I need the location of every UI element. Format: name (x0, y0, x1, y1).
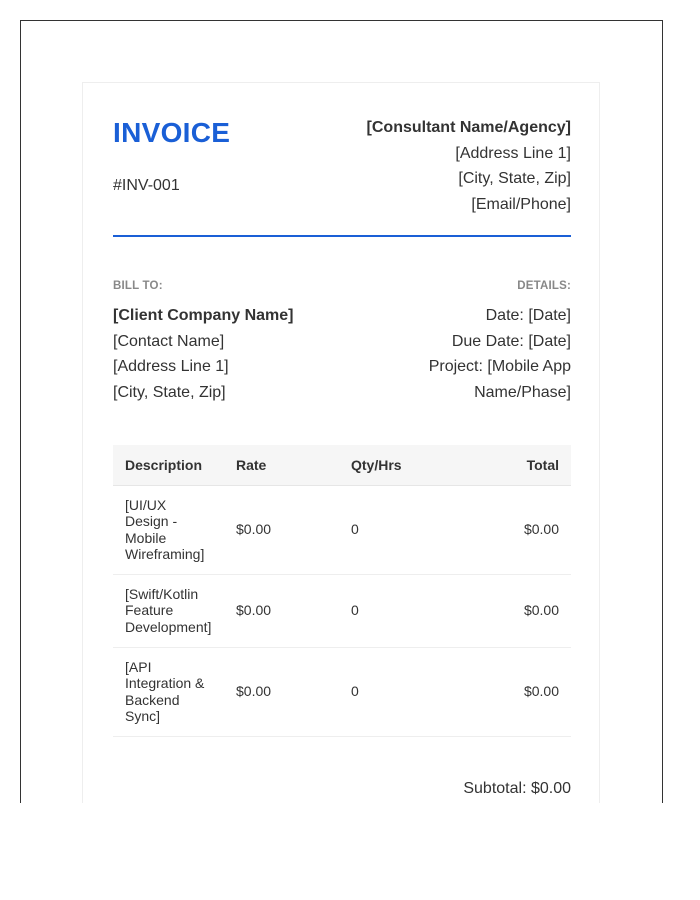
table-row: [Swift/Kotlin Feature Development] $0.00… (113, 574, 571, 648)
row-total: $0.00 (464, 485, 571, 575)
line-items-table: Description Rate Qty/Hrs Total [UI/UX De… (113, 445, 571, 737)
row-total: $0.00 (464, 574, 571, 648)
header-rate: Rate (224, 445, 339, 486)
row-qty: 0 (339, 485, 464, 575)
header-description: Description (113, 445, 224, 486)
consultant-address: [Address Line 1] (455, 144, 571, 162)
bill-to-section: BILL TO: [Client Company Name] [Contact … (113, 279, 293, 405)
invoice-due-date: Due Date: [Date] (451, 332, 571, 350)
client-city-state-zip: [City, State, Zip] (113, 383, 226, 401)
row-description: [API Integration & Backend Sync] (113, 647, 224, 737)
table-header-row: Description Rate Qty/Hrs Total (113, 445, 571, 486)
invoice-number: #INV-001 (113, 177, 180, 194)
row-description: [UI/UX Design - Mobile Wireframing] (113, 485, 224, 575)
client-address: [Address Line 1] (113, 358, 229, 375)
row-rate: $0.00 (224, 574, 339, 648)
table-row: [API Integration & Backend Sync] $0.00 0… (113, 647, 571, 737)
bill-to-label: BILL TO: (113, 280, 163, 292)
client-company: [Client Company Name] (113, 307, 294, 324)
details-section: DETAILS: Date: [Date] Due Date: [Date] P… (391, 279, 571, 405)
invoice-project: Project: [Mobile App Name/Phase] (428, 358, 571, 401)
consultant-email-phone: [Email/Phone] (471, 195, 571, 213)
details-label: DETAILS: (517, 280, 571, 292)
invoice-date: Date: [Date] (485, 307, 571, 324)
invoice-sheet: INVOICE #INV-001 [Consultant Name/Agency… (82, 82, 600, 803)
consultant-info: [Consultant Name/Agency] [Address Line 1… (367, 115, 571, 217)
page-frame: INVOICE #INV-001 [Consultant Name/Agency… (20, 20, 663, 803)
row-total: $0.00 (464, 647, 571, 737)
client-contact: [Contact Name] (113, 332, 225, 350)
row-qty: 0 (339, 647, 464, 737)
invoice-title: INVOICE (113, 117, 231, 148)
header-total: Total (464, 445, 571, 486)
row-qty: 0 (339, 574, 464, 648)
table-row: [UI/UX Design - Mobile Wireframing] $0.0… (113, 485, 571, 575)
row-rate: $0.00 (224, 647, 339, 737)
header-qty: Qty/Hrs (339, 445, 464, 486)
consultant-city-state-zip: [City, State, Zip] (458, 170, 571, 187)
header-divider (113, 235, 571, 237)
subtotal: Subtotal: $0.00 (463, 780, 571, 797)
consultant-name: [Consultant Name/Agency] (366, 119, 571, 136)
row-description: [Swift/Kotlin Feature Development] (113, 574, 224, 648)
row-rate: $0.00 (224, 485, 339, 575)
